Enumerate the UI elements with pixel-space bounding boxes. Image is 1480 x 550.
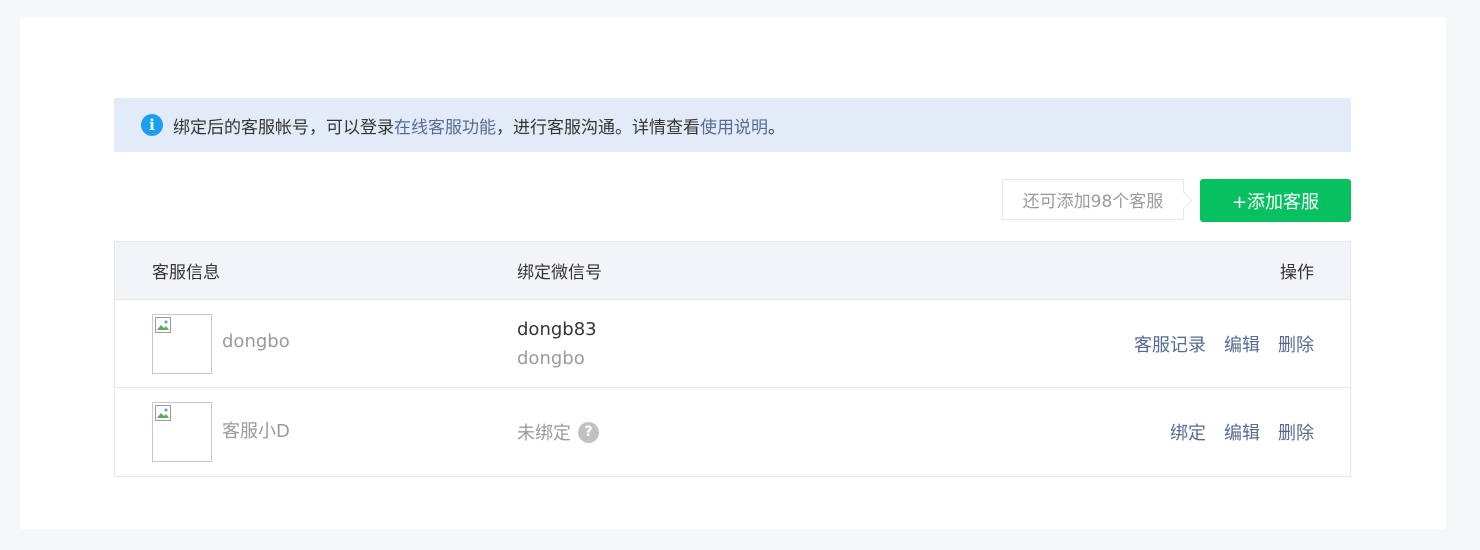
delete-link[interactable]: 删除 xyxy=(1278,331,1314,357)
bind-link[interactable]: 绑定 xyxy=(1170,419,1206,445)
service-account-info: 客服小D xyxy=(152,402,517,462)
unbound-label: 未绑定 xyxy=(517,423,571,444)
info-notice: i 绑定后的客服帐号，可以登录 在线客服功能 ，进行客服沟通。详情查看 使用说明… xyxy=(114,98,1351,152)
info-icon: i xyxy=(141,114,163,136)
service-records-link[interactable]: 客服记录 xyxy=(1134,331,1206,357)
header-service-info: 客服信息 xyxy=(152,263,220,283)
broken-image-icon xyxy=(155,405,171,421)
help-question-icon[interactable]: ? xyxy=(578,421,599,443)
table-header: 客服信息 绑定微信号 操作 xyxy=(115,242,1350,300)
quota-tooltip: 还可添加98个客服 xyxy=(1002,179,1184,220)
notice-text-middle: ，进行客服沟通。详情查看 xyxy=(496,117,700,138)
unbound-status: 未绑定 ? xyxy=(517,419,917,445)
service-nickname: dongbo xyxy=(222,331,290,352)
notice-text-before: 绑定后的客服帐号，可以登录 xyxy=(173,117,394,138)
wechat-id: dongb83 xyxy=(517,318,597,340)
online-service-link[interactable]: 在线客服功能 xyxy=(394,113,496,138)
row-actions: 绑定 编辑 删除 xyxy=(917,419,1350,445)
service-nickname: 客服小D xyxy=(222,421,290,442)
edit-link[interactable]: 编辑 xyxy=(1224,331,1260,357)
edit-link[interactable]: 编辑 xyxy=(1224,419,1260,445)
header-actions: 操作 xyxy=(1280,263,1314,283)
service-account-info: dongbo xyxy=(152,313,517,374)
header-wechat-id: 绑定微信号 xyxy=(517,263,602,283)
delete-link[interactable]: 删除 xyxy=(1278,419,1314,445)
add-customer-service-button[interactable]: +添加客服 xyxy=(1200,179,1351,222)
main-card: i 绑定后的客服帐号，可以登录 在线客服功能 ，进行客服沟通。详情查看 使用说明… xyxy=(20,17,1446,529)
avatar xyxy=(152,313,212,374)
wechat-nickname: dongbo xyxy=(517,347,585,369)
table-row: 客服小D 未绑定 ? 绑定 编辑 删除 xyxy=(115,387,1350,476)
row-actions: 客服记录 编辑 删除 xyxy=(917,331,1350,357)
broken-image-icon xyxy=(155,316,171,333)
customer-service-table: 客服信息 绑定微信号 操作 dongbo dongb83 dongbo 客服记录… xyxy=(114,241,1351,477)
usage-guide-link[interactable]: 使用说明 xyxy=(700,113,768,138)
table-row: dongbo dongb83 dongbo 客服记录 编辑 删除 xyxy=(115,300,1350,387)
quota-text: 还可添加98个客服 xyxy=(1022,192,1164,212)
notice-text-after: 。 xyxy=(768,117,785,138)
avatar xyxy=(152,402,212,462)
